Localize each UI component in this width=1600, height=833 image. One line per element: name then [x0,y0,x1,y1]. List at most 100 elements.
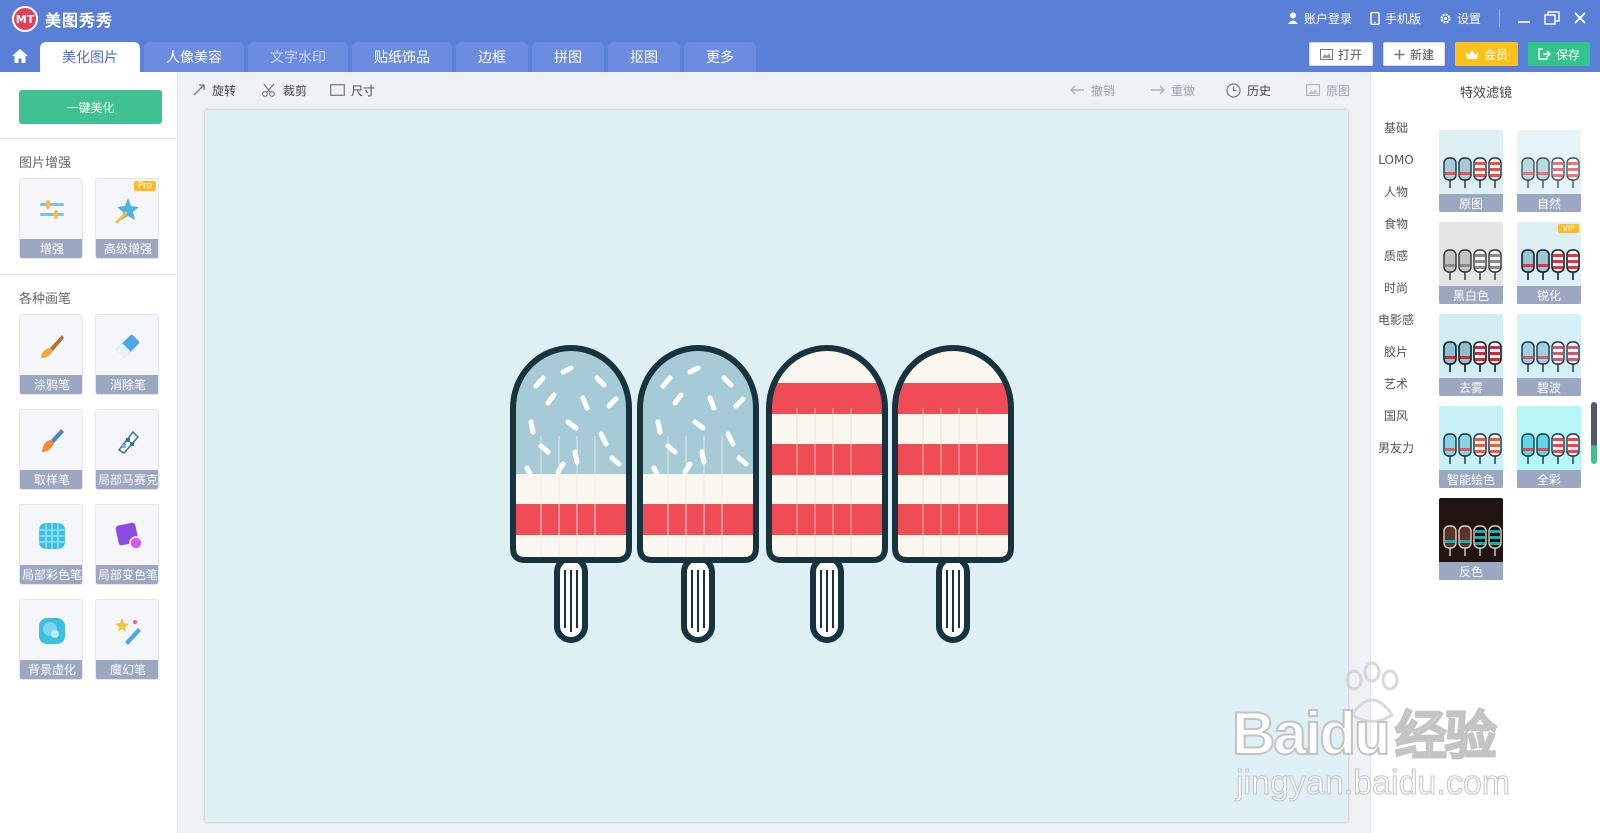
settings-button[interactable]: 设置 [1439,10,1481,27]
category-fashion[interactable]: 时尚 [1371,272,1421,304]
tool-advanced-enhance[interactable]: Pro 高级增强 [95,178,159,259]
image-open-icon [1319,48,1333,60]
filter-label: 黑白色 [1439,286,1503,304]
category-food[interactable]: 食物 [1371,208,1421,240]
tool-sampling-pen[interactable]: 取样笔 [19,409,83,490]
tab-frame[interactable]: 边框 [456,42,528,72]
close-button[interactable] [1566,6,1594,30]
main-tabs: 美化图片 人像美容 文字水印 贴纸饰品 边框 拼图 抠图 更多 [0,40,760,72]
filter-original[interactable]: 原图 [1439,130,1503,212]
magic-pen-icon [96,600,158,662]
new-button[interactable]: 新建 [1382,42,1445,66]
tool-background-blur[interactable]: 背景虚化 [19,599,83,680]
open-button[interactable]: 打开 [1308,42,1373,66]
tab-collage[interactable]: 拼图 [532,42,604,72]
category-people[interactable]: 人物 [1371,176,1421,208]
filter-thumbnail [1443,525,1502,556]
tab-portrait[interactable]: 人像美容 [144,42,244,72]
tab-stickers[interactable]: 贴纸饰品 [352,42,452,72]
tool-label: 魔幻笔 [96,660,158,679]
filter-thumbnail [1443,249,1502,280]
tool-recolor-pen[interactable]: 局部变色笔 [95,504,159,585]
filter-sharpen[interactable]: VIP 锐化 [1517,222,1581,304]
tool-label: 背景虚化 [20,660,82,679]
filter-natural[interactable]: 自然 [1517,130,1581,212]
rotate-button[interactable]: 旋转 [192,78,236,102]
category-cinematic[interactable]: 电影感 [1371,304,1421,336]
tab-cutout[interactable]: 抠图 [608,42,680,72]
app-logo: MT 美图秀秀 [12,6,113,32]
home-button[interactable] [0,40,40,72]
category-texture[interactable]: 质感 [1371,240,1421,272]
filter-dehaze[interactable]: 去雾 [1439,314,1503,396]
filter-scrollbar[interactable] [1591,402,1597,464]
clock-icon [1226,82,1241,98]
category-chinese-style[interactable]: 国风 [1371,400,1421,432]
history-button[interactable]: 历史 [1226,78,1271,102]
tool-label: 涂鸦笔 [20,375,82,394]
tool-doodle-pen[interactable]: 涂鸦笔 [19,314,83,395]
filter-panel-title: 特效滤镜 [1459,86,1512,101]
mobile-version-button[interactable]: 手机版 [1370,10,1421,27]
crop-button[interactable]: 裁剪 [262,78,307,102]
plus-icon [1394,49,1405,59]
minimize-button[interactable] [1510,6,1538,30]
popsicle-striped-2 [892,345,1014,643]
tab-text-watermark[interactable]: 文字水印 [248,42,348,72]
filter-invert[interactable]: 反色 [1439,498,1503,580]
filter-label: 原图 [1439,194,1503,212]
size-button[interactable]: 尺寸 [330,78,375,102]
sliders-icon [20,179,82,241]
tab-more[interactable]: 更多 [684,42,756,72]
resize-icon [330,84,345,96]
tab-beautify[interactable]: 美化图片 [40,42,140,72]
file-actions: 打开 新建 会员 保存 [1299,42,1590,66]
paint-brush-icon [20,315,82,377]
filter-black-white[interactable]: 黑白色 [1439,222,1503,304]
category-basic[interactable]: 基础 [1371,112,1421,144]
filter-thumbnail [1521,341,1580,372]
filter-full-color[interactable]: 全彩 [1517,406,1581,488]
tool-enhance[interactable]: 增强 [19,178,83,259]
restore-button[interactable] [1538,6,1566,30]
tool-magic-pen[interactable]: 魔幻笔 [95,599,159,680]
account-login-button[interactable]: 账户登录 [1287,10,1352,27]
color-pen-icon [20,505,82,567]
photo-canvas[interactable] [205,110,1348,822]
category-lomo[interactable]: LOMO [1371,144,1421,176]
popsicle-blue-1 [510,345,632,643]
filter-label: 碧波 [1517,378,1581,396]
original-image-button[interactable]: 原图 [1306,78,1350,102]
category-boyfriend[interactable]: 男友力 [1371,432,1421,464]
mosaic-pen-icon [96,410,158,472]
restore-icon [1544,11,1560,25]
left-tool-panel: 一键美化 图片增强 增强 Pro 高级增强 各种画笔 涂鸦笔 消除笔 取样笔 局… [0,72,178,833]
window-controls: 账户登录 手机版 设置 [1287,5,1600,31]
filter-label: 去雾 [1439,378,1503,396]
filter-thumbnail [1443,341,1502,372]
filter-panel: 特效滤镜 基础 LOMO 人物 食物 质感 时尚 电影感 胶片 艺术 国风 男友… [1370,72,1600,833]
filter-smart-color[interactable]: 智能绘色 [1439,406,1503,488]
member-button[interactable]: 会员 [1454,42,1518,66]
tool-mosaic-pen[interactable]: 局部马赛克 [95,409,159,490]
filter-thumbnail [1443,433,1502,464]
popsicles-image [510,345,1014,643]
redo-button[interactable]: 重做 [1150,78,1195,102]
divider [0,274,178,275]
filter-blue-wave[interactable]: 碧波 [1517,314,1581,396]
tool-color-pen[interactable]: 局部彩色笔 [19,504,83,585]
category-film[interactable]: 胶片 [1371,336,1421,368]
logo-icon: MT [12,6,38,32]
tool-eraser-pen[interactable]: 消除笔 [95,314,159,395]
scissors-icon [262,83,275,97]
undo-button[interactable]: 撤销 [1070,78,1115,102]
one-click-beautify-button[interactable]: 一键美化 [19,90,162,124]
category-art[interactable]: 艺术 [1371,368,1421,400]
image-icon [1306,84,1320,96]
home-icon [12,49,28,63]
save-button[interactable]: 保存 [1527,42,1590,66]
sampling-brush-icon [20,410,82,472]
divider [0,138,178,139]
tool-label: 局部马赛克 [96,470,158,489]
section-title-brushes: 各种画笔 [19,292,72,307]
